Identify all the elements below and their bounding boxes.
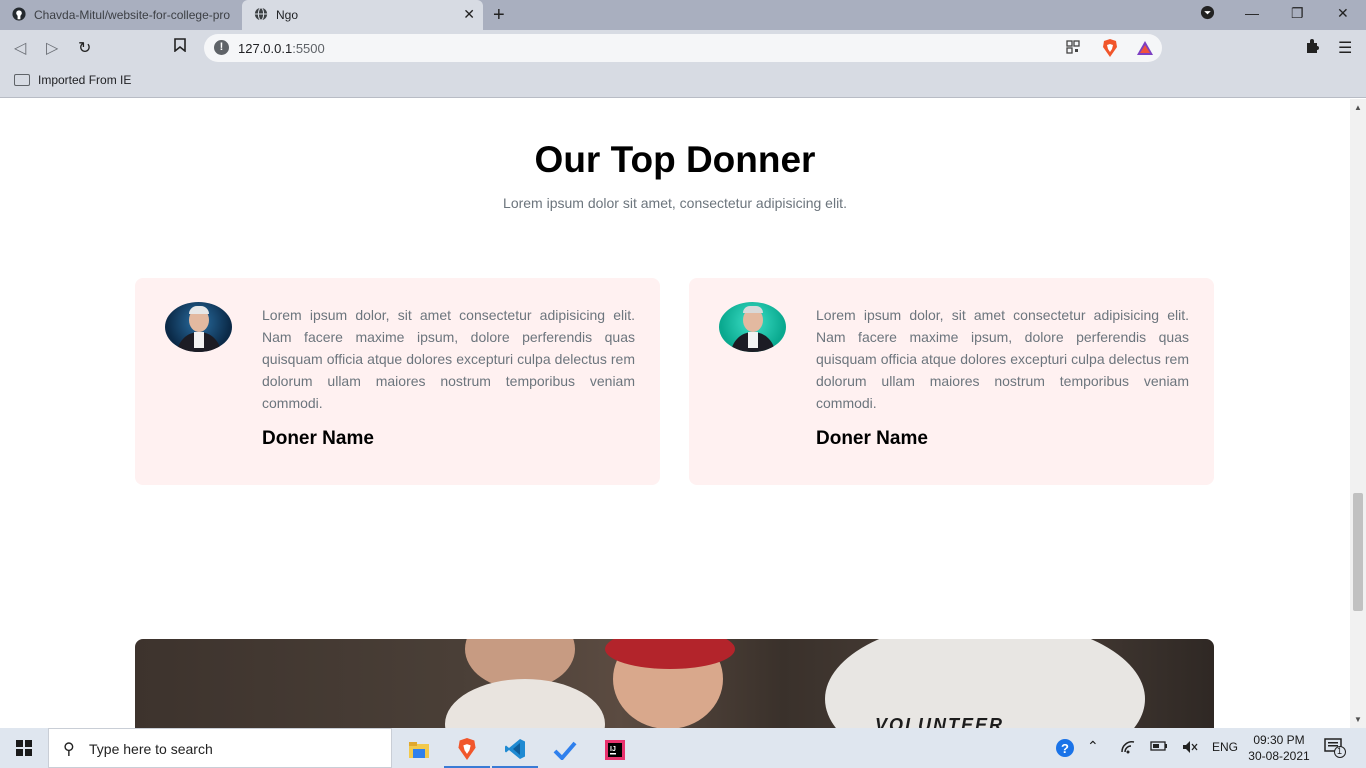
donor-avatar: [165, 302, 232, 352]
windows-taskbar: ⚲ Type here to search IJ ? ⌃ ENG 09:30 P…: [0, 728, 1366, 768]
vscode-icon[interactable]: [492, 732, 538, 768]
close-window-icon[interactable]: ✕: [1337, 5, 1349, 22]
clock-date: 30-08-2021: [1248, 749, 1310, 763]
taskbar-clock[interactable]: 09:30 PM 30-08-2021: [1244, 732, 1314, 764]
donor-name: Doner Name: [816, 428, 928, 449]
brave-browser-icon[interactable]: [444, 732, 490, 768]
banner-shirt-text: VOLUNTEER: [875, 715, 1005, 728]
help-icon[interactable]: ?: [1055, 738, 1075, 761]
todo-icon[interactable]: [542, 732, 588, 768]
page-scrollbar[interactable]: ▲ ▼: [1350, 99, 1366, 728]
globe-icon: [254, 6, 268, 24]
menu-icon[interactable]: ☰: [1338, 38, 1352, 58]
donor-card: Lorem ipsum dolor, sit amet consectetur …: [689, 278, 1214, 485]
new-tab-button[interactable]: +: [493, 4, 505, 27]
extensions-icon[interactable]: [1304, 38, 1320, 59]
tab-title: Chavda-Mitul/website-for-college-pro: [34, 8, 231, 22]
taskbar-search-input[interactable]: ⚲ Type here to search: [48, 728, 392, 768]
github-icon: [12, 6, 26, 24]
page-content: Our Top Donner Lorem ipsum dolor sit ame…: [0, 99, 1350, 728]
address-bar[interactable]: ! 127.0.0.1:5500: [204, 34, 1162, 62]
scroll-up-icon[interactable]: ▲: [1354, 103, 1362, 112]
search-icon: ⚲: [63, 741, 75, 758]
scroll-thumb[interactable]: [1353, 493, 1363, 611]
donor-card: Lorem ipsum dolor, sit amet consectetur …: [135, 278, 660, 485]
volunteer-banner-image: VOLUNTEER: [135, 639, 1214, 728]
brave-shields-icon[interactable]: [1102, 39, 1118, 62]
back-icon[interactable]: ◁: [14, 38, 26, 58]
language-indicator[interactable]: ENG: [1212, 740, 1238, 754]
svg-text:IJ: IJ: [610, 746, 616, 753]
tab-search-icon[interactable]: [1200, 5, 1215, 23]
tab-github[interactable]: Chavda-Mitul/website-for-college-pro: [0, 0, 242, 30]
clock-time: 09:30 PM: [1253, 733, 1305, 747]
close-tab-icon[interactable]: ✕: [463, 6, 475, 23]
browser-toolbar: ◁ ▷ ↻ ! 127.0.0.1:5500 ☰: [0, 30, 1366, 66]
forward-icon[interactable]: ▷: [46, 38, 58, 58]
url-text: 127.0.0.1:5500: [238, 41, 325, 56]
wifi-icon[interactable]: [1120, 740, 1136, 757]
donor-name: Doner Name: [262, 428, 374, 449]
donor-testimonial: Lorem ipsum dolor, sit amet consectetur …: [262, 307, 635, 411]
reload-icon[interactable]: ↻: [78, 38, 91, 58]
scroll-down-icon[interactable]: ▼: [1354, 715, 1362, 724]
battery-icon[interactable]: [1150, 740, 1168, 755]
section-subtitle: Lorem ipsum dolor sit amet, consectetur …: [503, 195, 847, 211]
bookmark-imported-from-ie[interactable]: Imported From IE: [14, 73, 131, 87]
chevron-up-icon[interactable]: ⌃: [1087, 738, 1099, 755]
minimize-icon[interactable]: —: [1245, 5, 1259, 21]
restore-icon[interactable]: ❐: [1291, 5, 1304, 22]
brave-rewards-icon[interactable]: [1136, 40, 1154, 61]
bookmark-label: Imported From IE: [38, 73, 132, 87]
notification-icon[interactable]: [1324, 738, 1346, 761]
tab-title: Ngo: [276, 8, 299, 22]
svg-text:?: ?: [1061, 741, 1069, 756]
donor-testimonial: Lorem ipsum dolor, sit amet consectetur …: [816, 307, 1189, 411]
bookmark-icon[interactable]: [174, 38, 186, 57]
qr-code-icon[interactable]: [1066, 40, 1080, 59]
bookmarks-bar: Imported From IE: [0, 66, 1366, 98]
donor-avatar: [719, 302, 786, 352]
file-explorer-icon[interactable]: [396, 732, 442, 768]
tab-bar: Chavda-Mitul/website-for-college-pro Ngo…: [0, 0, 1366, 30]
section-title: Our Top Donner: [534, 139, 816, 180]
folder-icon: [14, 74, 30, 86]
windows-start-icon[interactable]: [16, 740, 32, 756]
search-placeholder: Type here to search: [89, 741, 213, 757]
info-icon[interactable]: !: [214, 40, 229, 55]
volume-muted-icon[interactable]: [1182, 740, 1198, 757]
intellij-icon[interactable]: IJ: [592, 732, 638, 768]
tab-ngo[interactable]: Ngo ✕: [242, 0, 483, 30]
notification-count: 1: [1337, 746, 1343, 756]
